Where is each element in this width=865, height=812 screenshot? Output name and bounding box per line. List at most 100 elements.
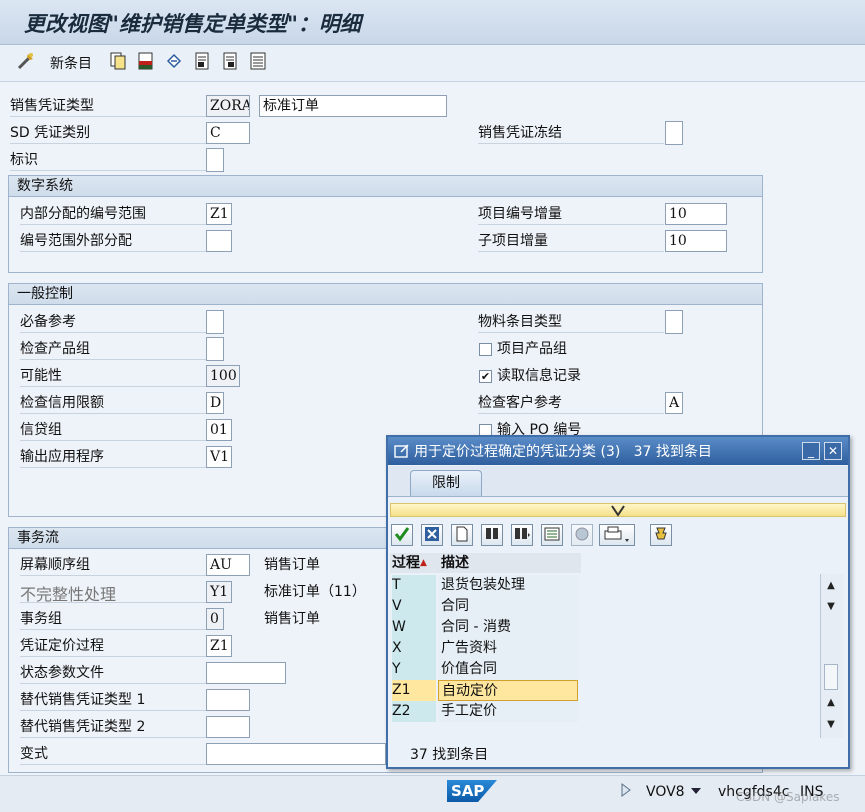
confirm-icon[interactable] <box>391 524 413 546</box>
subitem-increment-field[interactable]: 10 <box>665 230 727 252</box>
next-entry-icon[interactable] <box>220 51 240 71</box>
select-all-icon[interactable] <box>248 51 268 71</box>
output-app-field[interactable]: V1 <box>206 446 232 468</box>
alt-doc1-label: 替代销售凭证类型 1 <box>20 692 146 708</box>
list-row-desc[interactable]: 价值合同 <box>438 659 578 680</box>
general-control-title: 一般控制 <box>9 284 762 305</box>
find-next-icon[interactable] <box>511 524 533 546</box>
scroll-down-icon[interactable]: ▼ <box>822 598 840 616</box>
pricing-proc-field[interactable]: Z1 <box>206 635 232 657</box>
cancel-icon[interactable] <box>421 524 443 546</box>
external-range-field[interactable] <box>206 230 232 252</box>
item-division-checkbox[interactable] <box>479 343 492 356</box>
doc-type-code: ZORA <box>206 95 250 117</box>
transaction-code: VOV8 <box>646 784 685 800</box>
indicator-label: 标识 <box>10 152 38 168</box>
item-increment-field[interactable]: 10 <box>665 203 727 225</box>
list-row-key[interactable]: T <box>392 575 436 596</box>
alt-doc2-label: 替代销售凭证类型 2 <box>20 719 146 735</box>
close-icon[interactable]: ✕ <box>824 442 842 460</box>
minimize-icon[interactable]: _ <box>802 442 820 460</box>
doc-block-field[interactable] <box>665 121 683 145</box>
window-title: 更改视图"维护销售定单类型"：明细 <box>24 11 361 36</box>
check-credit-label: 检查信用限额 <box>20 395 104 411</box>
read-info-checkbox[interactable]: ✔ <box>479 370 492 383</box>
trans-group-field: 0 <box>206 608 224 630</box>
list-row-key[interactable]: X <box>392 638 436 659</box>
list-row-desc[interactable]: 退货包装处理 <box>438 575 578 596</box>
list-row-key[interactable]: Y <box>392 659 436 680</box>
item-increment-label: 项目编号增量 <box>478 206 562 222</box>
scroll-thumb[interactable] <box>824 664 838 690</box>
doc-block-label: 销售凭证冻结 <box>478 125 562 141</box>
variant-field[interactable] <box>206 743 386 765</box>
watermark: CSDN @Saplakes <box>736 790 840 804</box>
credit-group-label: 信贷组 <box>20 422 62 438</box>
ref-mandatory-field[interactable] <box>206 310 224 334</box>
alt-doc2-field[interactable] <box>206 716 250 738</box>
list-row-desc[interactable]: 手工定价 <box>438 701 578 722</box>
output-app-label: 输出应用程序 <box>20 449 104 465</box>
probability-field[interactable]: 100 <box>206 365 240 387</box>
scroll-up-icon[interactable]: ▲ <box>822 577 840 595</box>
internal-range-field[interactable]: Z1 <box>206 203 232 225</box>
dialog-window-icon <box>394 444 409 458</box>
list-row-desc[interactable]: 广告资料 <box>438 638 578 659</box>
check-division-label: 检查产品组 <box>20 341 90 357</box>
list-row-desc[interactable]: 合同 <box>438 596 578 617</box>
settings-icon[interactable] <box>541 524 563 546</box>
probability-label: 可能性 <box>20 368 62 384</box>
check-division-field[interactable] <box>206 337 224 361</box>
screen-seq-label: 屏幕顺序组 <box>20 557 90 573</box>
scroll-page-down-icon[interactable]: ▼ <box>822 716 840 734</box>
variant-label: 变式 <box>20 746 48 762</box>
find-icon[interactable] <box>481 524 503 546</box>
column-header-key[interactable]: 过程▲ <box>390 553 438 573</box>
status-profile-label: 状态参数文件 <box>20 665 104 681</box>
column-header-desc[interactable]: 描述 <box>438 553 581 573</box>
previous-entry-icon[interactable] <box>192 51 212 71</box>
sd-category-field[interactable]: C <box>206 122 250 144</box>
internal-range-label: 内部分配的编号范围 <box>20 206 146 222</box>
new-entries-button[interactable]: 新条目 <box>50 53 92 73</box>
status-expand-icon[interactable] <box>620 783 632 797</box>
check-credit-field[interactable]: D <box>206 392 224 414</box>
trans-group-desc: 销售订单 <box>264 611 320 627</box>
undo-change-icon[interactable] <box>164 51 184 71</box>
screen-seq-field[interactable]: AU <box>206 554 250 576</box>
check-cust-ref-label: 检查客户参考 <box>478 395 562 411</box>
list-row-key[interactable]: W <box>392 617 436 638</box>
external-range-label: 编号范围外部分配 <box>20 233 132 249</box>
credit-group-field[interactable]: 01 <box>206 419 232 441</box>
info-icon[interactable] <box>571 524 593 546</box>
scroll-page-up-icon[interactable]: ▲ <box>822 694 840 712</box>
ref-mandatory-label: 必备参考 <box>20 314 76 330</box>
list-row-desc-selected[interactable]: 自动定价 <box>438 680 578 701</box>
item-division-label: 项目产品组 <box>497 341 567 357</box>
new-page-icon[interactable] <box>451 524 473 546</box>
screen-seq-desc: 销售订单 <box>264 557 320 573</box>
tab-restrictions[interactable]: 限制 <box>410 470 482 496</box>
print-icon[interactable] <box>599 524 635 546</box>
chevron-down-icon[interactable] <box>690 786 702 796</box>
status-profile-field[interactable] <box>206 662 286 684</box>
doc-type-desc-field[interactable]: 标准订单 <box>259 95 447 117</box>
personal-list-icon[interactable] <box>650 524 672 546</box>
list-row-desc[interactable]: 合同 - 消费 <box>438 617 578 638</box>
read-info-label: 读取信息记录 <box>497 368 581 384</box>
list-row-key[interactable]: Z2 <box>392 701 436 722</box>
indicator-field[interactable] <box>206 148 224 172</box>
check-cust-ref-field[interactable]: A <box>665 392 683 414</box>
sort-ascending-icon: ▲ <box>420 558 427 568</box>
chevron-down-icon[interactable] <box>611 505 625 517</box>
alt-doc1-field[interactable] <box>206 689 250 711</box>
subitem-increment-label: 子项目增量 <box>478 233 548 249</box>
list-row-key[interactable]: V <box>392 596 436 617</box>
display-change-icon[interactable] <box>16 51 36 71</box>
list-row-key-selected[interactable]: Z1 <box>392 680 436 701</box>
delete-icon[interactable] <box>136 51 156 71</box>
pricing-proc-label: 凭证定价过程 <box>20 638 104 654</box>
dialog-status-text: 37 找到条目 <box>410 747 489 763</box>
copy-as-icon[interactable] <box>108 51 128 71</box>
material-entry-field[interactable] <box>665 310 683 334</box>
